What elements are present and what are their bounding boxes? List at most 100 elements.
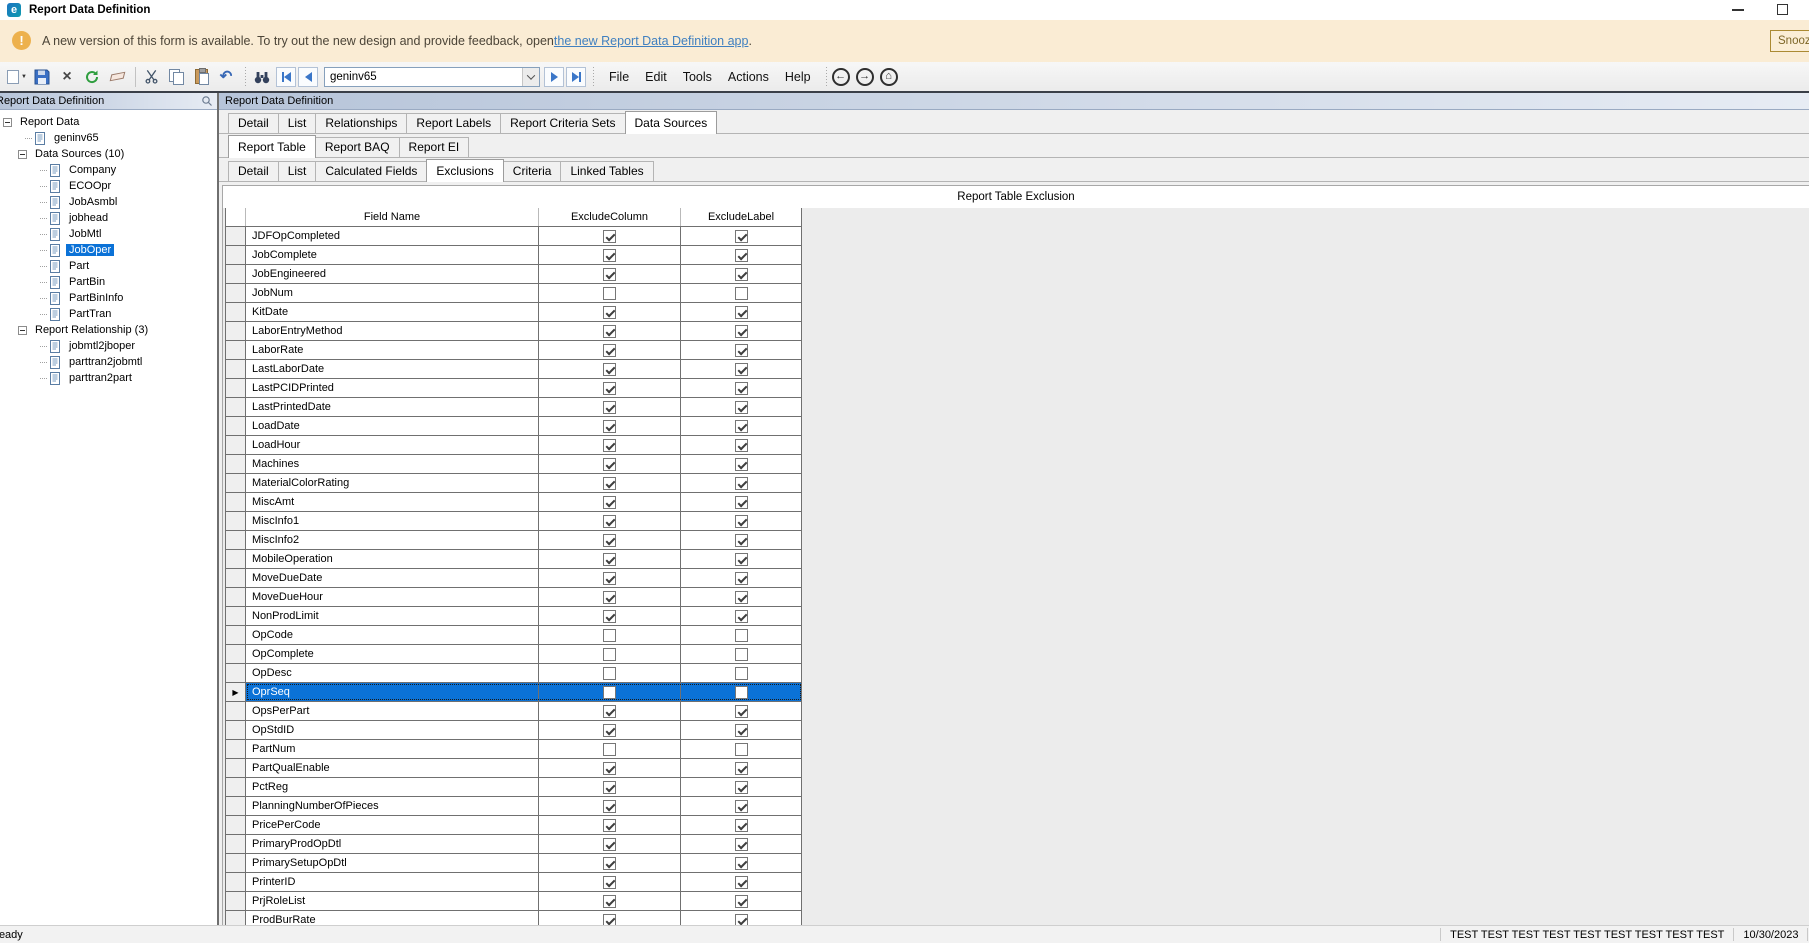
exclude-column-checkbox[interactable] <box>603 762 616 775</box>
field-name-cell[interactable]: MoveDueHour <box>246 588 539 606</box>
field-name-cell[interactable]: MoveDueDate <box>246 569 539 587</box>
grid-row-opcomplete[interactable]: OpComplete <box>226 645 802 664</box>
field-name-cell[interactable]: MiscInfo1 <box>246 512 539 530</box>
exclude-column-checkbox[interactable] <box>603 325 616 338</box>
menu-help[interactable]: Help <box>785 70 811 84</box>
row-selector-cell[interactable] <box>226 303 246 321</box>
exclude-label-checkbox[interactable] <box>735 762 748 775</box>
row-selector-cell[interactable] <box>226 246 246 264</box>
field-name-cell[interactable]: PrimaryProdOpDtl <box>246 835 539 853</box>
grid-row-laborentrymethod[interactable]: LaborEntryMethod <box>226 322 802 341</box>
tab-linked-tables[interactable]: Linked Tables <box>560 161 653 181</box>
grid-row-oprseq[interactable]: ▶OprSeq <box>226 683 802 702</box>
tab-data-sources[interactable]: Data Sources <box>625 111 718 134</box>
exclude-column-checkbox[interactable] <box>603 268 616 281</box>
grid-row-opsperpart[interactable]: OpsPerPart <box>226 702 802 721</box>
row-selector-cell[interactable] <box>226 531 246 549</box>
exclude-column-checkbox[interactable] <box>603 287 616 300</box>
exclude-label-checkbox[interactable] <box>735 534 748 547</box>
exclude-column-checkbox[interactable] <box>603 401 616 414</box>
tab-report-table[interactable]: Report Table <box>228 135 316 158</box>
grid-row-moveduedate[interactable]: MoveDueDate <box>226 569 802 588</box>
row-selector-cell[interactable] <box>226 436 246 454</box>
exclude-label-checkbox[interactable] <box>735 591 748 604</box>
exclude-column-checkbox[interactable] <box>603 553 616 566</box>
field-name-cell[interactable]: PrjRoleList <box>246 892 539 910</box>
row-selector-cell[interactable] <box>226 607 246 625</box>
field-name-cell[interactable]: PartQualEnable <box>246 759 539 777</box>
tab-list[interactable]: List <box>278 161 317 181</box>
grid-row-materialcolorrating[interactable]: MaterialColorRating <box>226 474 802 493</box>
grid-row-jobcomplete[interactable]: JobComplete <box>226 246 802 265</box>
field-name-cell[interactable]: OpDesc <box>246 664 539 682</box>
grid-row-machines[interactable]: Machines <box>226 455 802 474</box>
row-selector-cell[interactable] <box>226 284 246 302</box>
exclude-column-checkbox[interactable] <box>603 819 616 832</box>
exclude-column-checkbox[interactable] <box>603 306 616 319</box>
field-name-cell[interactable]: JDFOpCompleted <box>246 227 539 245</box>
exclude-column-checkbox[interactable] <box>603 439 616 452</box>
field-name-cell[interactable]: JobComplete <box>246 246 539 264</box>
paste-button[interactable] <box>190 66 212 88</box>
row-selector-cell[interactable] <box>226 227 246 245</box>
field-name-cell[interactable]: LaborRate <box>246 341 539 359</box>
exclude-label-checkbox[interactable] <box>735 724 748 737</box>
row-selector-cell[interactable] <box>226 854 246 872</box>
field-name-cell[interactable]: OpCode <box>246 626 539 644</box>
exclude-label-checkbox[interactable] <box>735 553 748 566</box>
menu-tools[interactable]: Tools <box>683 70 712 84</box>
row-selector-cell[interactable] <box>226 664 246 682</box>
row-selector-cell[interactable] <box>226 721 246 739</box>
exclude-label-checkbox[interactable] <box>735 515 748 528</box>
exclude-label-checkbox[interactable] <box>735 800 748 813</box>
tab-calculated-fields[interactable]: Calculated Fields <box>315 161 427 181</box>
exclude-column-checkbox[interactable] <box>603 591 616 604</box>
field-name-cell[interactable]: LastPCIDPrinted <box>246 379 539 397</box>
exclude-column-checkbox[interactable] <box>603 344 616 357</box>
grid-row-loaddate[interactable]: LoadDate <box>226 417 802 436</box>
exclude-column-checkbox[interactable] <box>603 249 616 262</box>
exclude-column-checkbox[interactable] <box>603 686 616 699</box>
row-selector-cell[interactable] <box>226 455 246 473</box>
record-search-input[interactable] <box>325 69 522 85</box>
exclude-label-checkbox[interactable] <box>735 325 748 338</box>
exclude-label-checkbox[interactable] <box>735 363 748 376</box>
exclude-label-checkbox[interactable] <box>735 667 748 680</box>
exclude-column-checkbox[interactable] <box>603 363 616 376</box>
field-name-cell[interactable]: ProdBurRate <box>246 911 539 925</box>
grid-row-mobileoperation[interactable]: MobileOperation <box>226 550 802 569</box>
grid-row-opcode[interactable]: OpCode <box>226 626 802 645</box>
delete-button[interactable]: × <box>56 66 78 88</box>
tree-expander-icon[interactable] <box>3 118 12 127</box>
exclude-label-checkbox[interactable] <box>735 496 748 509</box>
row-selector-cell[interactable] <box>226 265 246 283</box>
exclude-label-checkbox[interactable] <box>735 287 748 300</box>
row-selector-cell[interactable] <box>226 892 246 910</box>
exclude-column-checkbox[interactable] <box>603 857 616 870</box>
row-selector-cell[interactable] <box>226 398 246 416</box>
field-name-cell[interactable]: MiscInfo2 <box>246 531 539 549</box>
row-selector-cell[interactable] <box>226 550 246 568</box>
combobox-dropdown-button[interactable] <box>522 68 539 86</box>
tree-search-button[interactable] <box>201 95 213 107</box>
minimize-button[interactable] <box>1732 9 1744 11</box>
exclude-column-checkbox[interactable] <box>603 629 616 642</box>
exclude-label-checkbox[interactable] <box>735 629 748 642</box>
field-name-cell[interactable]: Machines <box>246 455 539 473</box>
grid-row-partnum[interactable]: PartNum <box>226 740 802 759</box>
exclude-label-checkbox[interactable] <box>735 230 748 243</box>
row-selector-cell[interactable] <box>226 360 246 378</box>
field-name-cell[interactable]: LoadHour <box>246 436 539 454</box>
exclude-label-checkbox[interactable] <box>735 819 748 832</box>
grid-row-prjrolelist[interactable]: PrjRoleList <box>226 892 802 911</box>
grid-row-miscinfo2[interactable]: MiscInfo2 <box>226 531 802 550</box>
grid-row-lastlabordate[interactable]: LastLaborDate <box>226 360 802 379</box>
tree-item-report-relationship-3[interactable]: Report Relationship (3) <box>0 322 217 338</box>
exclude-label-checkbox[interactable] <box>735 857 748 870</box>
field-name-cell[interactable]: LastPrintedDate <box>246 398 539 416</box>
exclude-column-checkbox[interactable] <box>603 667 616 680</box>
find-button[interactable] <box>251 66 273 88</box>
field-name-cell[interactable]: NonProdLimit <box>246 607 539 625</box>
tree-item-parttran2jobmtl[interactable]: parttran2jobmtl <box>0 354 217 370</box>
grid-row-planningnumberofpieces[interactable]: PlanningNumberOfPieces <box>226 797 802 816</box>
